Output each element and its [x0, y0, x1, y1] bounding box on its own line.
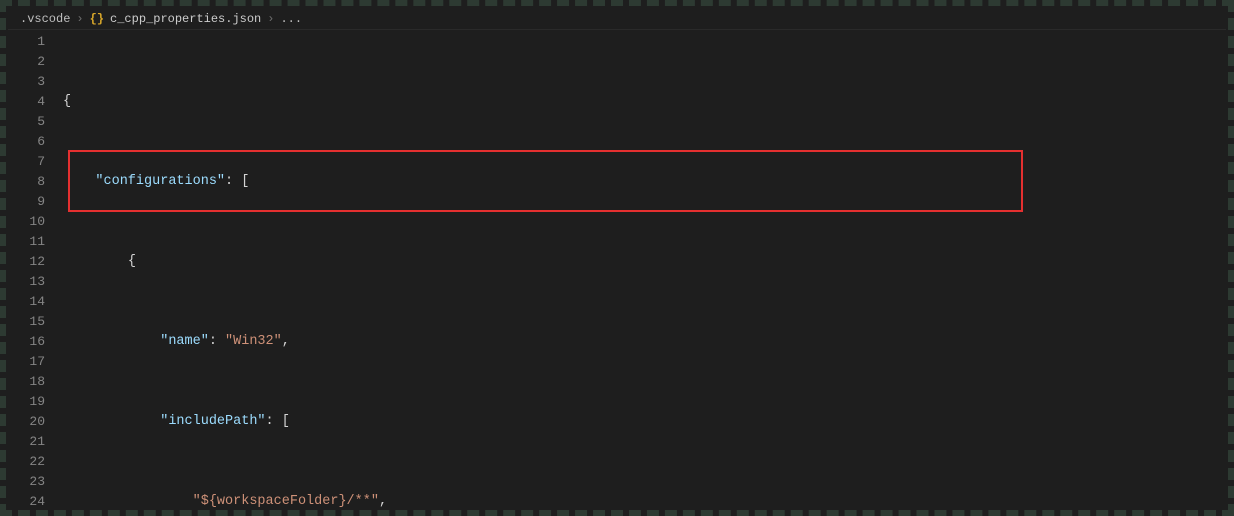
breadcrumb[interactable]: .vscode › {} c_cpp_properties.json › ...	[8, 8, 1226, 30]
editor-window: .vscode › {} c_cpp_properties.json › ...…	[0, 0, 1234, 516]
delim: : [	[225, 174, 249, 189]
line-number: 5	[8, 112, 63, 132]
delim: : [	[266, 414, 290, 429]
json-key: "includePath"	[160, 414, 265, 429]
line-number: 8	[8, 172, 63, 192]
line-number: 19	[8, 392, 63, 412]
delim: ,	[282, 334, 290, 349]
indent	[63, 334, 160, 349]
code-line[interactable]: {	[63, 92, 1226, 112]
breadcrumb-folder[interactable]: .vscode	[20, 12, 70, 26]
json-key: "name"	[160, 334, 209, 349]
line-number: 11	[8, 232, 63, 252]
json-string: "Win32"	[225, 334, 282, 349]
json-key: "configurations"	[95, 174, 225, 189]
code-line[interactable]: "configurations": [	[63, 172, 1226, 192]
delim: ,	[379, 494, 387, 508]
json-file-icon: {}	[90, 12, 104, 26]
json-string: "${workspaceFolder}/**"	[193, 494, 379, 508]
brace: {	[128, 254, 136, 269]
line-number: 3	[8, 72, 63, 92]
line-number: 4	[8, 92, 63, 112]
brace: {	[63, 94, 71, 109]
line-number-gutter: 123456789101112131415161718192021222324	[8, 30, 63, 508]
line-number: 23	[8, 472, 63, 492]
line-number: 2	[8, 52, 63, 72]
line-number: 9	[8, 192, 63, 212]
indent	[63, 494, 193, 508]
code-line[interactable]: "${workspaceFolder}/**",	[63, 492, 1226, 508]
line-number: 22	[8, 452, 63, 472]
line-number: 18	[8, 372, 63, 392]
indent	[63, 414, 160, 429]
code-editor[interactable]: 123456789101112131415161718192021222324 …	[8, 30, 1226, 508]
indent	[63, 174, 95, 189]
line-number: 6	[8, 132, 63, 152]
breadcrumb-tail[interactable]: ...	[280, 12, 302, 26]
breadcrumb-sep-icon: ›	[76, 12, 83, 26]
line-number: 16	[8, 332, 63, 352]
line-number: 12	[8, 252, 63, 272]
code-line[interactable]: "includePath": [	[63, 412, 1226, 432]
line-number: 1	[8, 32, 63, 52]
line-number: 14	[8, 292, 63, 312]
line-number: 15	[8, 312, 63, 332]
editor-inner: .vscode › {} c_cpp_properties.json › ...…	[8, 8, 1226, 508]
line-number: 20	[8, 412, 63, 432]
line-number: 10	[8, 212, 63, 232]
indent	[63, 254, 128, 269]
breadcrumb-sep-icon: ›	[267, 12, 274, 26]
line-number: 21	[8, 432, 63, 452]
delim: :	[209, 334, 225, 349]
breadcrumb-file[interactable]: c_cpp_properties.json	[110, 12, 261, 26]
code-area[interactable]: { "configurations": [ { "name": "Win32",…	[63, 30, 1226, 508]
line-number: 17	[8, 352, 63, 372]
line-number: 24	[8, 492, 63, 508]
line-number: 7	[8, 152, 63, 172]
code-line[interactable]: "name": "Win32",	[63, 332, 1226, 352]
line-number: 13	[8, 272, 63, 292]
code-line[interactable]: {	[63, 252, 1226, 272]
